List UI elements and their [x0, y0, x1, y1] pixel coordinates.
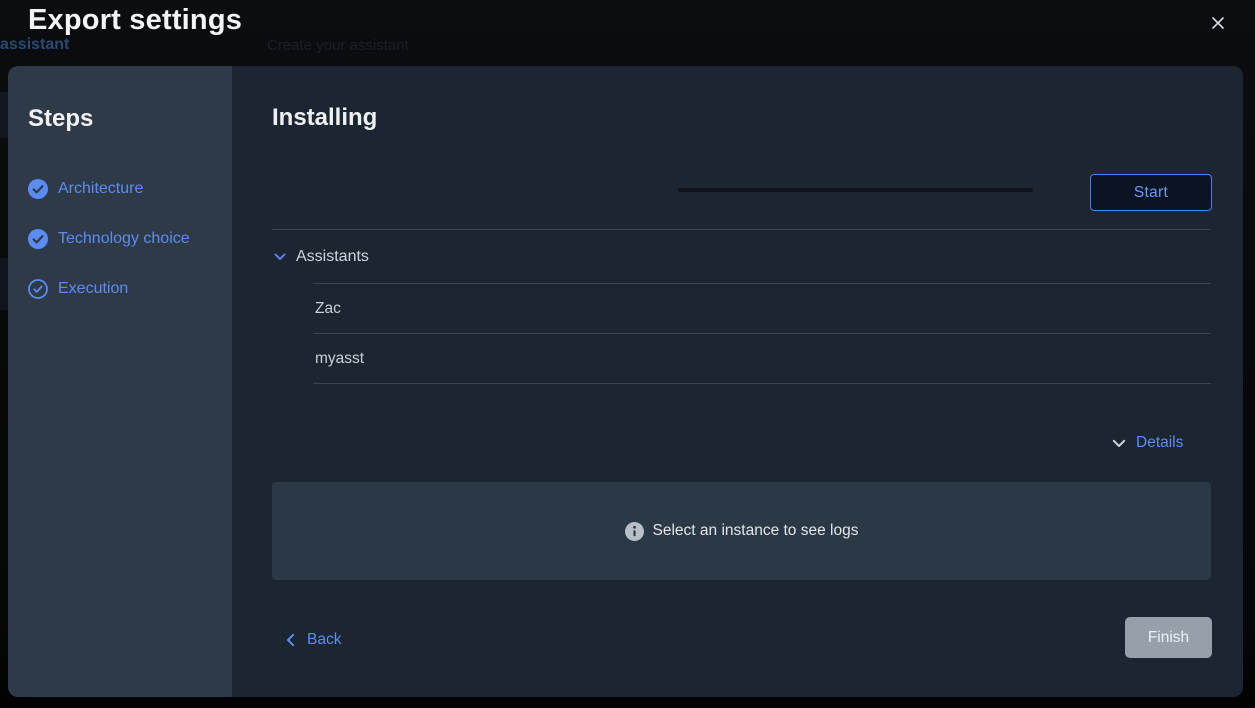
close-icon: [1210, 15, 1226, 31]
dialog-title: Export settings: [28, 4, 242, 37]
assistants-section-label: Assistants: [296, 248, 369, 266]
dialog-panel: Steps Architecture Technology choice Exe…: [8, 66, 1243, 697]
start-button[interactable]: Start: [1090, 174, 1212, 211]
assistant-name: Zac: [313, 300, 341, 318]
background-element: [0, 258, 8, 310]
background-element: [0, 92, 8, 138]
step-item-execution[interactable]: Execution: [28, 278, 190, 300]
section-divider: [272, 229, 1211, 230]
step-label: Architecture: [58, 180, 143, 198]
check-circle-filled-icon: [28, 179, 48, 199]
check-circle-outline-icon: [28, 279, 48, 299]
install-progress-bar: [678, 188, 1033, 192]
step-label: Technology choice: [58, 230, 190, 248]
assistant-name: myasst: [313, 350, 364, 368]
background-brand-text: assistant: [0, 36, 69, 54]
logs-panel: Select an instance to see logs: [272, 482, 1211, 580]
chevron-down-icon: [274, 253, 286, 261]
details-label: Details: [1136, 434, 1183, 452]
step-item-architecture[interactable]: Architecture: [28, 178, 190, 200]
chevron-down-icon: [1112, 439, 1126, 448]
assistants-section-toggle[interactable]: Assistants: [274, 246, 369, 268]
background-page-heading: Create your assistant: [267, 37, 409, 54]
steps-list: Architecture Technology choice Execution: [28, 178, 190, 328]
back-button[interactable]: Back: [286, 628, 341, 652]
step-item-technology-choice[interactable]: Technology choice: [28, 228, 190, 250]
close-button[interactable]: [1204, 9, 1232, 37]
finish-button[interactable]: Finish: [1125, 617, 1212, 658]
main-content: Installing Start Assistants Zac myasst D…: [232, 66, 1243, 697]
chevron-left-icon: [286, 633, 295, 647]
assistant-row[interactable]: myasst: [313, 334, 1211, 384]
assistant-list: Zac myasst: [313, 283, 1211, 384]
details-toggle[interactable]: Details: [1112, 432, 1183, 454]
back-label: Back: [307, 631, 341, 649]
step-label: Execution: [58, 280, 128, 298]
assistant-row[interactable]: Zac: [313, 284, 1211, 334]
sidebar-title: Steps: [28, 105, 93, 133]
logs-empty-message: Select an instance to see logs: [653, 522, 859, 540]
steps-sidebar: Steps Architecture Technology choice Exe…: [8, 66, 232, 697]
page-title: Installing: [272, 104, 377, 132]
export-settings-dialog: { "background": { "brand_text": "assista…: [0, 0, 1255, 708]
check-circle-filled-icon: [28, 229, 48, 249]
info-icon: [625, 522, 644, 541]
